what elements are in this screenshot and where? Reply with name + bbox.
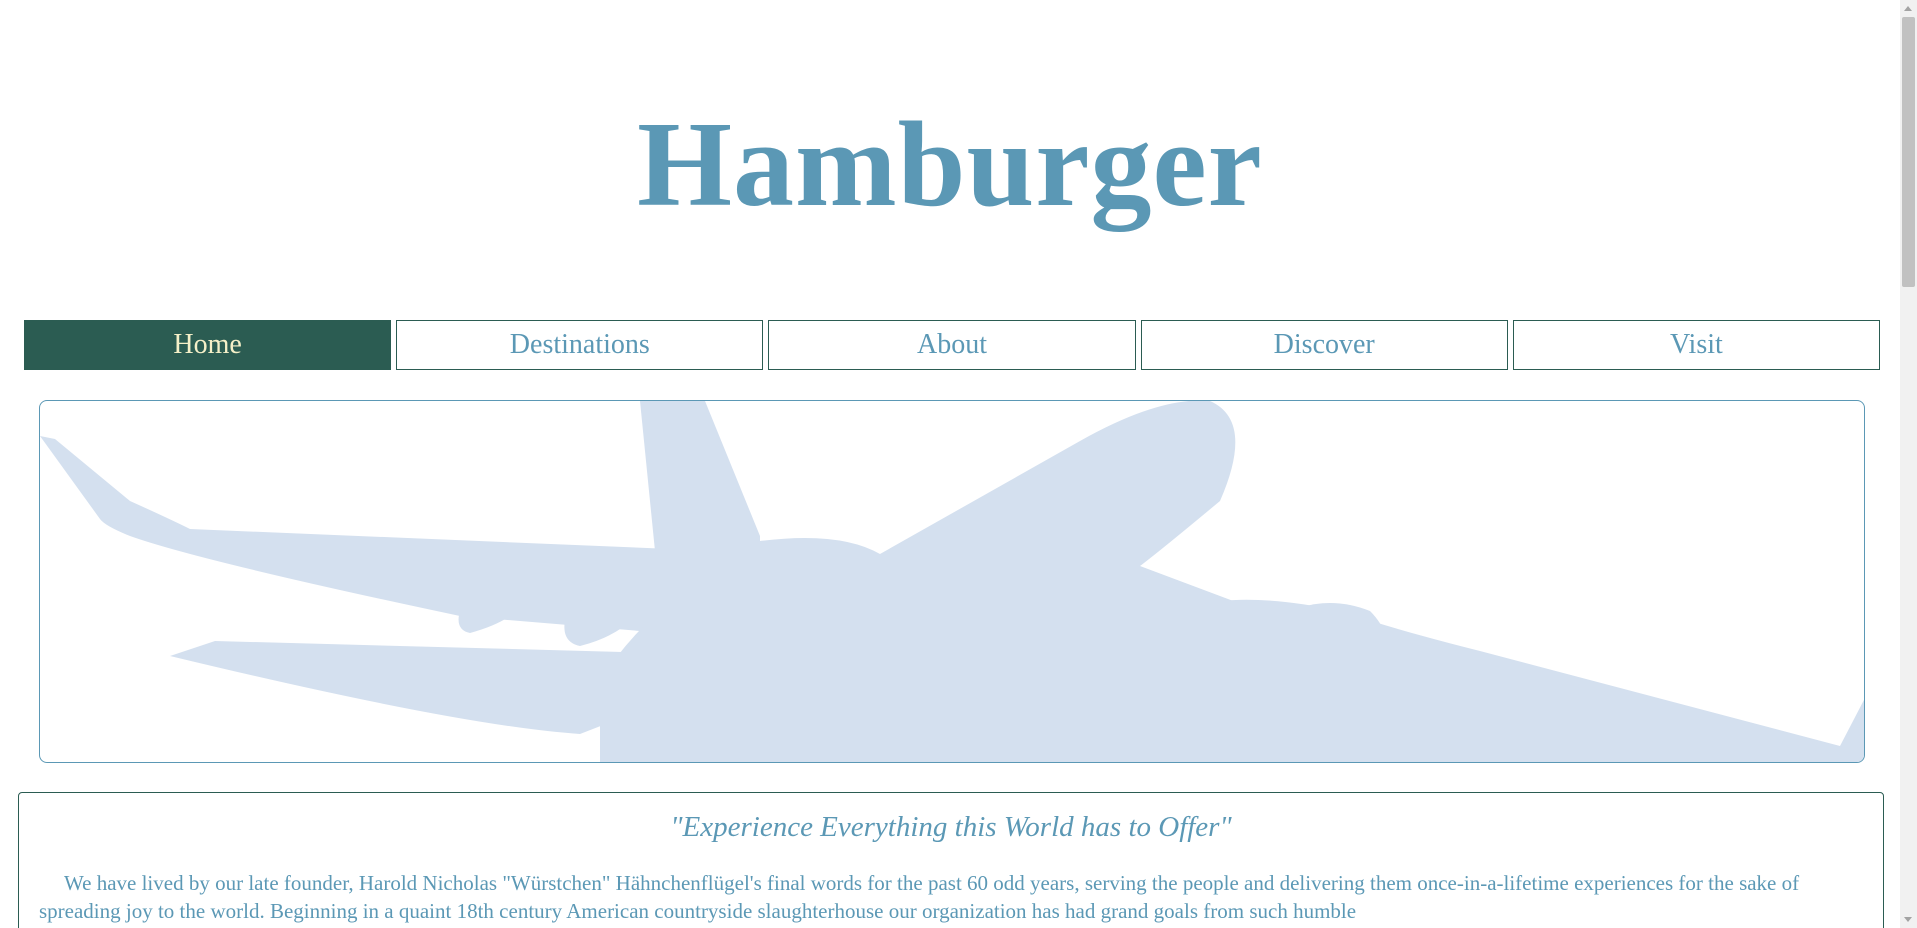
scrollbar-thumb[interactable] [1902,17,1915,287]
nav-item-discover[interactable]: Discover [1140,320,1508,370]
scroll-up-arrow-icon[interactable] [1904,6,1912,11]
page: Hamburger Home Destinations About Discov… [0,0,1900,928]
main-nav: Home Destinations About Discover Visit [24,320,1881,370]
intro-section: "Experience Everything this World has to… [18,792,1884,928]
intro-paragraph: We have lived by our late founder, Harol… [39,871,1800,923]
hero-banner [39,400,1865,763]
tagline: "Experience Everything this World has to… [670,811,1232,843]
airplane-silhouette [40,401,1864,762]
nav-item-destinations[interactable]: Destinations [396,320,764,370]
vertical-scrollbar[interactable] [1900,0,1917,928]
airplane-silhouette-image [40,401,1864,762]
nav-item-visit[interactable]: Visit [1512,320,1881,370]
nav-item-home[interactable]: Home [24,320,392,370]
scroll-down-arrow-icon[interactable] [1904,917,1912,922]
site-title: Hamburger [637,97,1263,232]
nav-item-about[interactable]: About [768,320,1136,370]
